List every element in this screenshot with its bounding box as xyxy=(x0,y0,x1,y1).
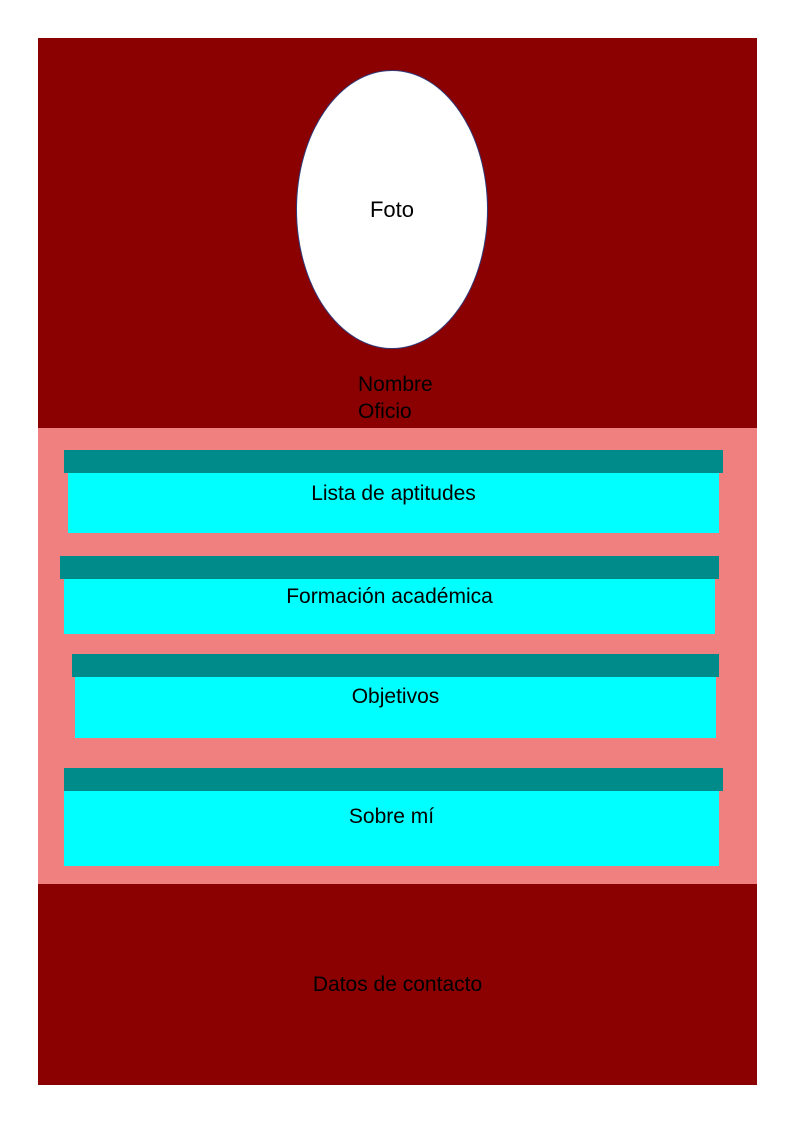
section-box-skills: Lista de aptitudes xyxy=(68,473,719,533)
section-label-education: Formación académica xyxy=(286,585,493,608)
section-label-objectives: Objetivos xyxy=(351,685,440,708)
name-label: Nombre xyxy=(358,373,433,396)
job-label: Oficio xyxy=(358,400,412,423)
section-label-about: Sobre mí xyxy=(348,805,435,828)
section-bar-education xyxy=(60,556,719,579)
section-bar-skills xyxy=(64,450,723,473)
photo-label: Foto xyxy=(369,196,415,222)
section-label-skills: Lista de aptitudes xyxy=(311,482,476,505)
section-box-education: Formación académica xyxy=(64,579,715,634)
section-box-about: Sobre mí xyxy=(64,791,719,866)
section-box-objectives: Objetivos xyxy=(75,677,716,738)
photo-placeholder: Foto xyxy=(296,70,488,349)
contact-label: Datos de contacto xyxy=(312,973,483,996)
section-bar-objectives xyxy=(72,654,719,677)
section-bar-about xyxy=(64,768,723,791)
